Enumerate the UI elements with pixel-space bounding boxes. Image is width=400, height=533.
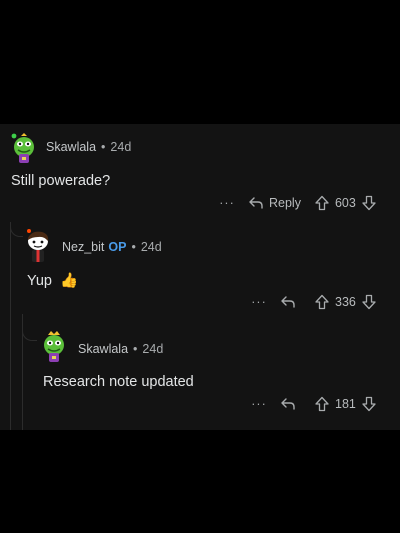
comment-age: 24d — [110, 140, 132, 154]
comment-text: Yup — [27, 273, 52, 289]
comment-actions: ··· 336 — [250, 292, 376, 312]
comment-meta: Skawlala • 24d — [78, 342, 163, 356]
reply-button[interactable] — [280, 397, 301, 411]
upvote-arrow-icon[interactable] — [315, 294, 329, 310]
reply-button[interactable] — [280, 295, 301, 309]
comment-body: Research note updated — [43, 374, 194, 390]
snoo-avatar-icon — [11, 133, 34, 163]
separator-dot: • — [131, 240, 136, 254]
vote-count: 336 — [335, 295, 356, 309]
comment-age: 24d — [142, 342, 164, 356]
comment-actions: ··· Reply 603 — [218, 193, 376, 213]
comment-age: 24d — [140, 240, 162, 254]
vote-controls: 181 — [315, 396, 376, 412]
reply-label: Reply — [269, 196, 301, 210]
upvote-arrow-icon[interactable] — [315, 396, 329, 412]
reply-arrow-icon — [249, 197, 263, 209]
reply-button[interactable]: Reply — [248, 196, 301, 210]
snoo-avatar-icon — [44, 331, 64, 362]
username[interactable]: Skawlala — [46, 140, 96, 154]
thumbs-up-emoji: 👍 — [60, 273, 79, 289]
reply-arrow-icon — [281, 296, 295, 308]
vote-count: 181 — [335, 397, 356, 411]
downvote-arrow-icon[interactable] — [362, 294, 376, 310]
downvote-arrow-icon[interactable] — [362, 396, 376, 412]
vote-controls: 603 — [315, 195, 376, 211]
downvote-arrow-icon[interactable] — [362, 195, 376, 211]
op-badge: OP — [108, 240, 127, 254]
vote-count: 603 — [334, 196, 356, 210]
comment-meta: Skawlala • 24d — [46, 140, 131, 154]
avatar[interactable] — [22, 228, 54, 264]
thread-connector — [22, 314, 37, 341]
more-options-icon[interactable]: ··· — [218, 196, 236, 210]
avatar[interactable] — [38, 330, 70, 364]
snoo-avatar-icon — [27, 229, 49, 262]
separator-dot: • — [133, 342, 138, 356]
more-options-icon[interactable]: ··· — [250, 295, 268, 309]
comment-meta: Nez_bit OP • 24d — [62, 240, 162, 254]
separator-dot: • — [101, 140, 106, 154]
upvote-arrow-icon[interactable] — [315, 195, 329, 211]
avatar[interactable] — [8, 132, 40, 164]
comment-body: Still powerade? — [11, 173, 111, 189]
username[interactable]: Skawlala — [78, 342, 128, 356]
comment-body: Yup 👍 — [27, 272, 78, 289]
reply-arrow-icon — [281, 398, 295, 410]
more-options-icon[interactable]: ··· — [250, 397, 268, 411]
username[interactable]: Nez_bit — [62, 240, 104, 254]
thread-line-level-1[interactable] — [10, 222, 11, 430]
comment-actions: ··· 181 — [250, 394, 376, 414]
vote-controls: 336 — [315, 294, 376, 310]
comment-thread: Skawlala • 24d Still powerade? ··· Reply 6… — [0, 124, 400, 430]
